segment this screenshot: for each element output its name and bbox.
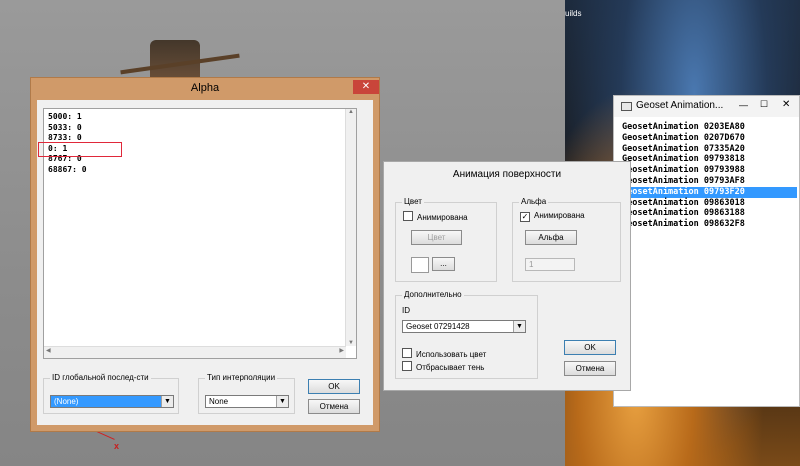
- color-group: Цвет Анимирована Цвет ...: [395, 197, 497, 282]
- scroll-left-icon[interactable]: ◀: [46, 347, 51, 354]
- chevron-down-icon[interactable]: ▼: [276, 396, 288, 407]
- alpha-window: Alpha ✕ 5000: 1 5033: 0 8733: 0 0: 1 8767: 0…: [30, 77, 380, 432]
- list-item[interactable]: GeosetAnimation 0207D670: [617, 133, 797, 144]
- highlight-box: [38, 142, 122, 157]
- minimize-icon[interactable]: —: [739, 100, 748, 110]
- ok-button[interactable]: OK: [564, 340, 616, 355]
- alpha-line: 68867: 0: [48, 164, 87, 174]
- extra-group-label: Дополнительно: [402, 290, 464, 299]
- alpha-text-area[interactable]: 5000: 1 5033: 0 8733: 0 0: 1 8767: 0 68867: 0…: [38, 108, 357, 359]
- list-item[interactable]: GeosetAnimation 09793AF8: [617, 176, 797, 187]
- extra-group: Дополнительно ID Geoset 07291428 ▼ Испол…: [395, 290, 538, 379]
- alpha-animated-label: Анимирована: [534, 211, 585, 220]
- alpha-line: 5000: 1: [48, 112, 82, 121]
- close-icon[interactable]: ✕: [782, 99, 790, 110]
- surface-window: Анимация поверхности Цвет Анимирована Цв…: [383, 161, 631, 391]
- color-animated-checkbox[interactable]: Анимирована: [403, 211, 468, 222]
- geoset-select[interactable]: Geoset 07291428 ▼: [402, 320, 526, 333]
- color-animated-label: Анимирована: [417, 213, 468, 222]
- list-item[interactable]: GeosetAnimation 09793818: [617, 154, 797, 165]
- list-item[interactable]: GeosetAnimation 098632F8: [617, 219, 797, 230]
- maximize-icon[interactable]: ☐: [760, 99, 768, 110]
- use-color-checkbox[interactable]: Использовать цвет: [402, 348, 486, 359]
- alpha-button[interactable]: Альфа: [525, 230, 577, 245]
- color-picker-button[interactable]: ...: [432, 257, 455, 271]
- alpha-value-field[interactable]: 1: [525, 258, 575, 271]
- interp-select[interactable]: None ▼: [205, 395, 289, 408]
- scroll-right-icon[interactable]: ▶: [339, 347, 344, 354]
- close-icon[interactable]: ✕: [353, 80, 379, 94]
- geoset-list[interactable]: GeosetAnimation 0203EA80 GeosetAnimation …: [617, 117, 797, 403]
- window-icon: [621, 102, 632, 111]
- horizontal-scrollbar[interactable]: ◀ ▶: [44, 346, 346, 358]
- scroll-down-icon[interactable]: ▼: [346, 340, 356, 346]
- geoset-titlebar[interactable]: Geoset Animation... — ☐ ✕: [614, 96, 799, 117]
- alpha-title: Alpha: [190, 82, 220, 94]
- use-color-label: Использовать цвет: [416, 350, 487, 359]
- casts-shadow-label: Отбрасывает тень: [416, 363, 485, 372]
- checkbox-box[interactable]: [403, 211, 413, 221]
- global-seq-group: ID глобальной послед-сти (None) ▼: [43, 373, 179, 414]
- cancel-button[interactable]: Отмена: [308, 399, 360, 414]
- cancel-button[interactable]: Отмена: [564, 361, 616, 376]
- background-label: uilds: [565, 9, 582, 18]
- axis-x-label: x: [114, 441, 120, 451]
- alpha-titlebar[interactable]: Alpha: [31, 78, 379, 98]
- alpha-group: Альфа ✓ Анимирована Альфа 1: [512, 197, 621, 282]
- checkbox-box[interactable]: [402, 348, 412, 358]
- check-icon[interactable]: ✓: [520, 212, 530, 222]
- global-seq-select[interactable]: (None) ▼: [50, 395, 174, 408]
- alpha-animated-checkbox[interactable]: ✓ Анимирована: [520, 211, 585, 222]
- list-item[interactable]: GeosetAnimation 09793F20: [617, 186, 797, 198]
- geoset-value: Geoset 07291428: [406, 322, 470, 331]
- checkbox-box[interactable]: [402, 361, 412, 371]
- ok-button[interactable]: OK: [308, 379, 360, 394]
- geoset-window: Geoset Animation... — ☐ ✕ GeosetAnimatio…: [613, 95, 800, 407]
- list-item[interactable]: GeosetAnimation 09863018: [617, 198, 797, 209]
- interp-label: Тип интерполяции: [205, 373, 278, 382]
- id-label: ID: [402, 306, 410, 315]
- global-seq-label: ID глобальной послед-сти: [50, 373, 151, 382]
- list-item[interactable]: GeosetAnimation 09793988: [617, 165, 797, 176]
- scroll-up-icon[interactable]: ▲: [346, 109, 356, 115]
- color-button[interactable]: Цвет: [411, 230, 462, 245]
- alpha-line: 5033: 0: [48, 122, 82, 132]
- interp-value: None: [209, 397, 229, 406]
- surface-title: Анимация поверхности: [452, 169, 562, 180]
- geoset-title: Geoset Animation...: [636, 100, 724, 111]
- interp-group: Тип интерполяции None ▼: [198, 373, 295, 414]
- surface-titlebar[interactable]: Анимация поверхности: [384, 162, 630, 188]
- global-seq-value: (None): [54, 397, 79, 406]
- color-group-label: Цвет: [402, 197, 424, 206]
- vertical-scrollbar[interactable]: ▲ ▼: [345, 109, 356, 346]
- alpha-value: 1: [529, 260, 534, 269]
- list-item[interactable]: GeosetAnimation 07335A20: [617, 144, 797, 155]
- chevron-down-icon[interactable]: ▼: [161, 396, 173, 407]
- list-item[interactable]: GeosetAnimation 0203EA80: [617, 122, 797, 133]
- list-item[interactable]: GeosetAnimation 09863188: [617, 208, 797, 219]
- color-swatch[interactable]: [411, 257, 429, 273]
- alpha-group-label: Альфа: [519, 197, 549, 206]
- casts-shadow-checkbox[interactable]: Отбрасывает тень: [402, 361, 484, 372]
- chevron-down-icon[interactable]: ▼: [513, 321, 525, 332]
